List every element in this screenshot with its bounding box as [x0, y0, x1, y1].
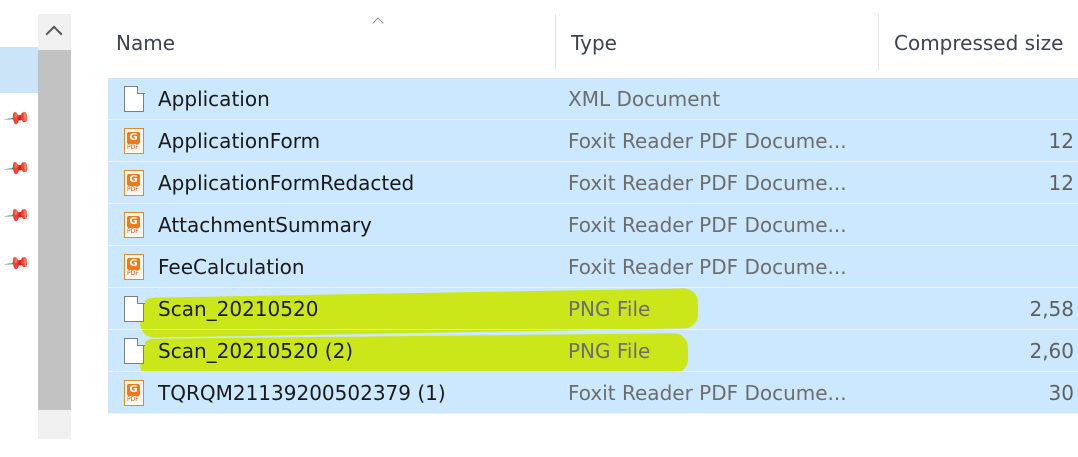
file-size — [898, 204, 1074, 245]
column-header-type[interactable]: Type — [555, 14, 875, 70]
file-row[interactable]: G PDF ApplicationForm Foxit Reader PDF Doc… — [108, 120, 1078, 162]
column-header-row: Name Type Compressed size — [100, 14, 1078, 70]
file-name: AttachmentSummary — [158, 213, 372, 237]
pdf-icon: G PDF — [124, 380, 144, 406]
file-row[interactable]: G PDF AttachmentSummary Foxit Reader PDF D… — [108, 204, 1078, 246]
file-type: PNG File — [568, 339, 651, 363]
file-row[interactable]: G PDF ApplicationFormRedacted Foxit Reader… — [108, 162, 1078, 204]
file-name: Scan_20210520 (2) — [158, 339, 354, 363]
file-size — [898, 78, 1074, 119]
document-icon — [124, 85, 145, 112]
nav-selected-item[interactable] — [0, 47, 38, 93]
pdf-icon: G PDF — [124, 170, 144, 196]
file-size — [898, 246, 1074, 287]
file-row[interactable]: Application XML Document — [108, 78, 1078, 120]
file-size: 12 — [1048, 171, 1074, 195]
file-size: 30 — [1048, 381, 1074, 405]
file-name: Scan_20210520 — [158, 297, 319, 321]
document-icon — [124, 337, 145, 364]
file-type: Foxit Reader PDF Docume... — [568, 129, 847, 153]
file-name: FeeCalculation — [158, 255, 305, 279]
file-type: XML Document — [568, 87, 721, 111]
file-size: 2,60 — [1029, 339, 1074, 363]
file-type: Foxit Reader PDF Docume... — [568, 171, 847, 195]
file-size: 2,58 — [1029, 297, 1074, 321]
file-type: Foxit Reader PDF Docume... — [568, 213, 847, 237]
column-header-compressed-size[interactable]: Compressed size — [878, 14, 1078, 70]
file-name: TQRQM21139200502379 (1) — [158, 381, 446, 405]
scroll-up-arrow-icon[interactable] — [38, 14, 71, 48]
file-size: 12 — [1048, 129, 1074, 153]
file-type: Foxit Reader PDF Docume... — [568, 255, 847, 279]
pdf-icon: G PDF — [124, 254, 144, 280]
pdf-icon: G PDF — [124, 128, 144, 154]
file-type: PNG File — [568, 297, 651, 321]
sort-ascending-icon — [370, 14, 384, 24]
file-row[interactable]: Scan_20210520 (2) PNG File 2,60 — [108, 330, 1078, 372]
scrollbar-thumb[interactable] — [38, 50, 71, 410]
file-row[interactable]: G PDF FeeCalculation Foxit Reader PDF Docu… — [108, 246, 1078, 288]
file-name: ApplicationFormRedacted — [158, 171, 415, 195]
file-name: Application — [158, 87, 270, 111]
file-name: ApplicationForm — [158, 129, 321, 153]
file-list: Application XML Document G PDF Application… — [108, 78, 1078, 414]
file-type: Foxit Reader PDF Docume... — [568, 381, 847, 405]
file-row[interactable]: Scan_20210520 PNG File 2,58 — [108, 288, 1078, 330]
column-header-name[interactable]: Name — [100, 14, 550, 70]
pdf-icon: G PDF — [124, 212, 144, 238]
file-row[interactable]: G PDF TQRQM21139200502379 (1) Foxit Reader… — [108, 372, 1078, 414]
document-icon — [124, 295, 145, 322]
